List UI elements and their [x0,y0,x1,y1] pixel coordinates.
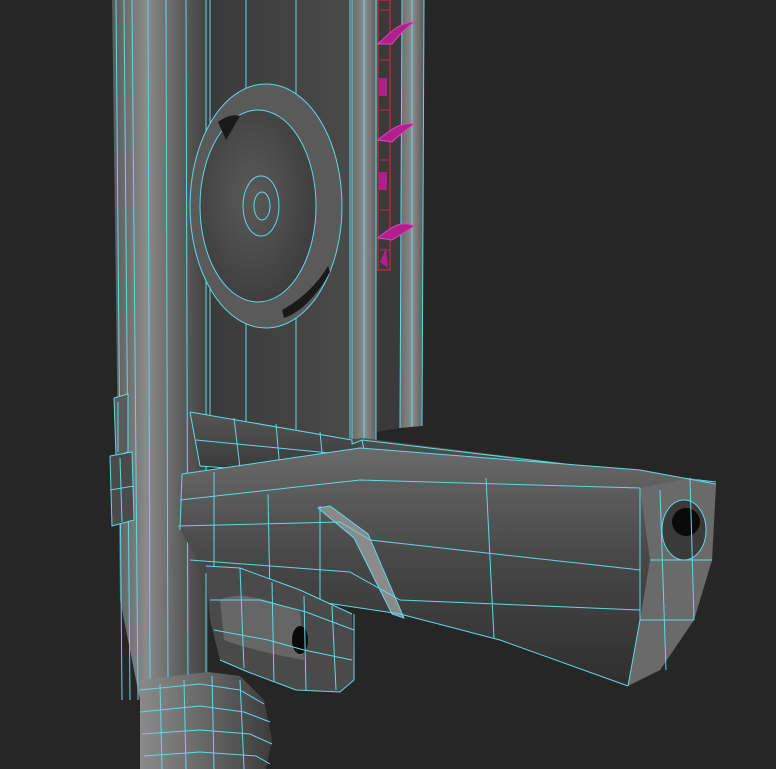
pillar-mesh[interactable] [112,0,210,701]
grip-mesh[interactable] [139,672,273,769]
rail-mesh[interactable] [351,0,425,442]
viewport-3d[interactable] [0,0,776,769]
disc-mesh[interactable] [189,83,343,329]
model-mesh[interactable] [0,0,776,769]
